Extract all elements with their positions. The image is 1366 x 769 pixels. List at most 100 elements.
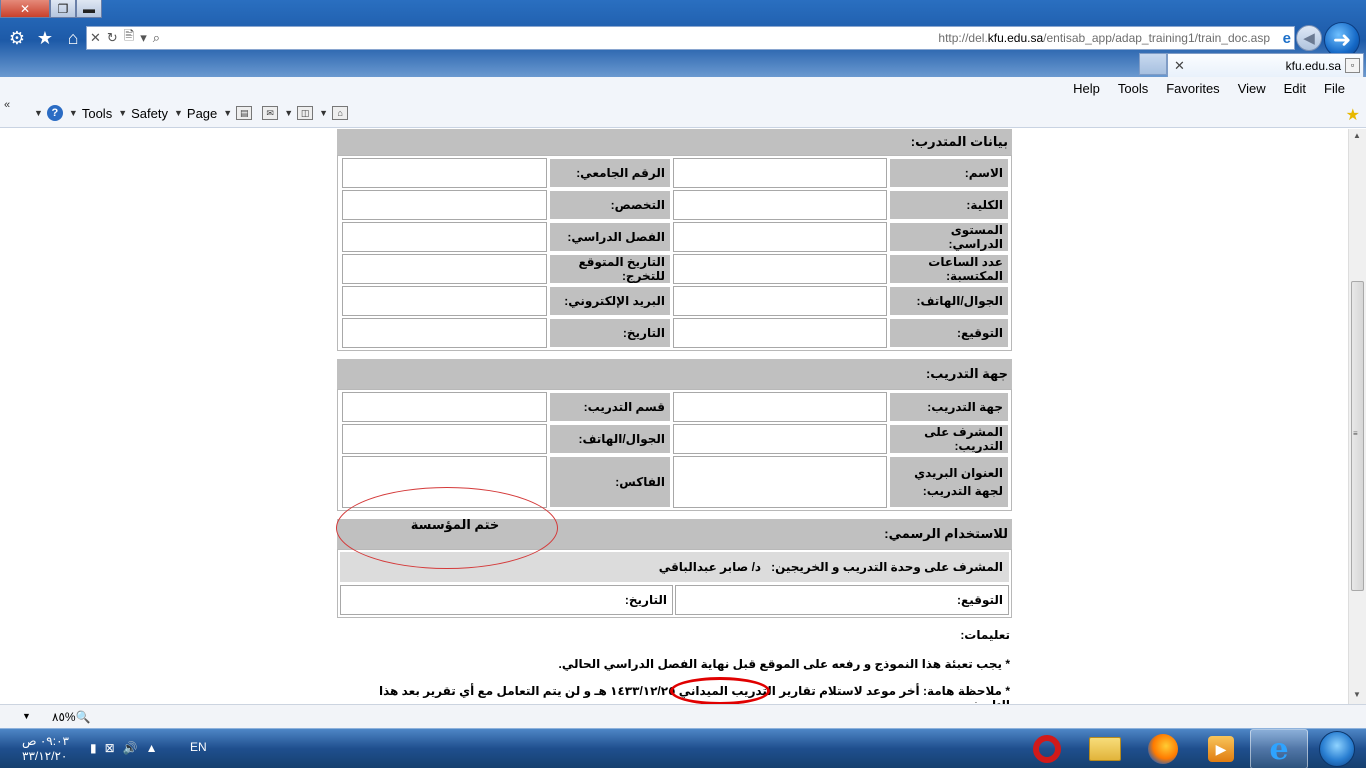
help-icon[interactable]: ? — [46, 105, 63, 121]
internet-explorer-icon[interactable]: e — [1250, 729, 1308, 769]
field-university-id[interactable] — [342, 158, 547, 188]
back-button[interactable]: ◀ — [1296, 25, 1322, 51]
menu-file[interactable]: File — [1315, 81, 1354, 96]
label-training-supervisor: المشرف على التدريب: — [889, 424, 1009, 454]
compat-view-icon[interactable]: 🖹 — [121, 27, 137, 49]
zoom-level[interactable]: ٨٥%🔍 — [52, 710, 91, 724]
system-tray: ▮ ⊠ 🔊 ▲ — [90, 741, 158, 755]
start-orb-icon[interactable] — [1308, 729, 1366, 769]
status-bar: ▼ ٨٥%🔍 — [0, 704, 1366, 728]
zoom-dropdown-icon[interactable]: ▼ — [22, 711, 31, 721]
field-training-department[interactable] — [342, 392, 547, 422]
home-icon[interactable]: ⌂ — [62, 28, 84, 49]
add-favorites-icon[interactable]: ★ — [1346, 105, 1360, 125]
safety-button[interactable]: Safety — [131, 106, 168, 121]
ie-page-icon: e — [1282, 29, 1291, 47]
field-level[interactable] — [673, 222, 887, 252]
print-icon[interactable]: ▤ — [236, 106, 253, 120]
official-signature-label: التوقيع: — [957, 593, 1003, 607]
trainee-grid: الاسم: الرقم الجامعي: الكلية: التخصص: ال… — [337, 155, 1012, 351]
signal-icon[interactable]: ▮ — [90, 741, 97, 755]
dropdown-arrow-icon[interactable]: ▼ — [34, 108, 43, 118]
menu-view[interactable]: View — [1229, 81, 1275, 96]
menu-edit[interactable]: Edit — [1275, 81, 1315, 96]
dropdown-arrow-icon[interactable]: ▼ — [69, 108, 78, 118]
trainee-section-header: بيانات المتدرب: — [337, 129, 1012, 155]
dropdown-arrow-icon[interactable]: ▼ — [118, 108, 127, 118]
tools-button[interactable]: Tools — [82, 106, 112, 121]
media-player-icon[interactable]: ▶ — [1192, 729, 1250, 769]
official-sign-row: التوقيع: التاريخ: — [340, 585, 1009, 615]
network-error-icon[interactable]: ⊠ — [105, 741, 115, 755]
rss-feed-icon[interactable]: ◫ — [297, 106, 314, 120]
field-expected-graduation[interactable] — [342, 254, 547, 284]
new-tab-button[interactable] — [1139, 53, 1167, 75]
explorer-folder-icon[interactable] — [1076, 729, 1134, 769]
field-signature[interactable] — [673, 318, 887, 348]
windows-taskbar: ٠٩:٠٣ ص ٣٣/١٢/٢٠ ▮ ⊠ 🔊 ▲ EN ▶ e — [0, 728, 1366, 769]
dropdown-icon[interactable]: ▾ — [137, 30, 150, 46]
home-page-icon[interactable]: ⌂ — [332, 106, 349, 120]
field-training-phone[interactable] — [342, 424, 547, 454]
trainee-row: عدد الساعات المكتسبة: التاريخ المتوقع لل… — [340, 254, 1009, 284]
menu-favorites[interactable]: Favorites — [1157, 81, 1228, 96]
scroll-down-icon[interactable]: ▼ — [1353, 690, 1361, 699]
label-training-phone: الجوال/الهاتف: — [549, 424, 671, 454]
url-text[interactable]: http://del.kfu.edu.sa/entisab_app/adap_t… — [938, 31, 1270, 45]
dropdown-arrow-icon[interactable]: ▼ — [174, 108, 183, 118]
gear-icon[interactable]: ⚙ — [6, 28, 28, 49]
opera-icon[interactable] — [1018, 729, 1076, 769]
label-date: التاريخ: — [549, 318, 671, 348]
close-window-button[interactable]: ✕ — [0, 0, 50, 18]
field-email[interactable] — [342, 286, 547, 316]
field-training-entity[interactable] — [673, 392, 887, 422]
field-name[interactable] — [673, 158, 887, 188]
address-bar[interactable]: ✕ ↻ 🖹 ▾ ⌕ http://del.kfu.edu.sa/entisab_… — [86, 26, 1295, 50]
vertical-scrollbar[interactable]: ▲ ≡ ▼ — [1348, 129, 1366, 704]
tab-close-icon[interactable]: ✕ — [1174, 58, 1185, 74]
stop-icon[interactable]: ✕ — [87, 30, 104, 46]
field-official-date[interactable]: التاريخ: — [340, 585, 673, 615]
field-official-signature[interactable]: التوقيع: — [675, 585, 1009, 615]
menu-help[interactable]: Help — [1064, 81, 1109, 96]
field-phone[interactable] — [673, 286, 887, 316]
refresh-icon[interactable]: ↻ — [104, 30, 121, 46]
tab-kfu[interactable]: ✕ kfu.edu.sa ▫ — [1167, 53, 1364, 77]
trainee-row: الكلية: التخصص: — [340, 190, 1009, 220]
field-training-supervisor[interactable] — [673, 424, 887, 454]
label-signature: التوقيع: — [889, 318, 1009, 348]
mail-icon[interactable]: ✉ — [262, 106, 279, 120]
firefox-icon[interactable] — [1134, 729, 1192, 769]
field-postal-address[interactable] — [673, 456, 887, 508]
dropdown-arrow-icon[interactable]: ▼ — [284, 108, 293, 118]
star-icon[interactable]: ★ — [34, 28, 56, 49]
date-annotation-oval — [670, 677, 770, 704]
label-training-department: قسم التدريب: — [549, 392, 671, 422]
field-major[interactable] — [342, 190, 547, 220]
field-semester[interactable] — [342, 222, 547, 252]
language-indicator[interactable]: EN — [190, 740, 207, 754]
label-college: الكلية: — [889, 190, 1009, 220]
field-college[interactable] — [673, 190, 887, 220]
clock-date: ٣٣/١٢/٢٠ — [22, 749, 68, 763]
restore-window-button[interactable]: ❐ — [50, 0, 76, 18]
field-earned-hours[interactable] — [673, 254, 887, 284]
label-training-entity: جهة التدريب: — [889, 392, 1009, 422]
dropdown-arrow-icon[interactable]: ▼ — [223, 108, 232, 118]
deadline-date: ١٤٣٣/١٢/٢٥ هـ — [594, 684, 676, 698]
command-buttons: ▼ ? ▼ Tools ▼ Safety ▼ Page ▼ ▤ ✉ ▼ ◫ ▼ … — [28, 105, 349, 121]
scroll-up-icon[interactable]: ▲ — [1353, 131, 1361, 140]
minimize-window-button[interactable]: ▬ — [76, 0, 102, 18]
menu-tools[interactable]: Tools — [1109, 81, 1157, 96]
system-clock[interactable]: ٠٩:٠٣ ص ٣٣/١٢/٢٠ — [22, 734, 69, 764]
field-date[interactable] — [342, 318, 547, 348]
training-form: بيانات المتدرب: الاسم: الرقم الجامعي: ال… — [337, 129, 1012, 704]
search-icon[interactable]: ⌕ — [150, 30, 163, 46]
dropdown-arrow-icon[interactable]: ▼ — [319, 108, 328, 118]
window-controls: ✕ ❐ ▬ — [0, 0, 102, 18]
chevron-expand-icon[interactable]: « — [4, 99, 10, 111]
volume-icon[interactable]: 🔊 — [123, 741, 138, 755]
tray-expand-icon[interactable]: ▲ — [146, 741, 158, 755]
page-button[interactable]: Page — [187, 106, 217, 121]
zoom-icon[interactable]: 🔍 — [76, 710, 91, 724]
